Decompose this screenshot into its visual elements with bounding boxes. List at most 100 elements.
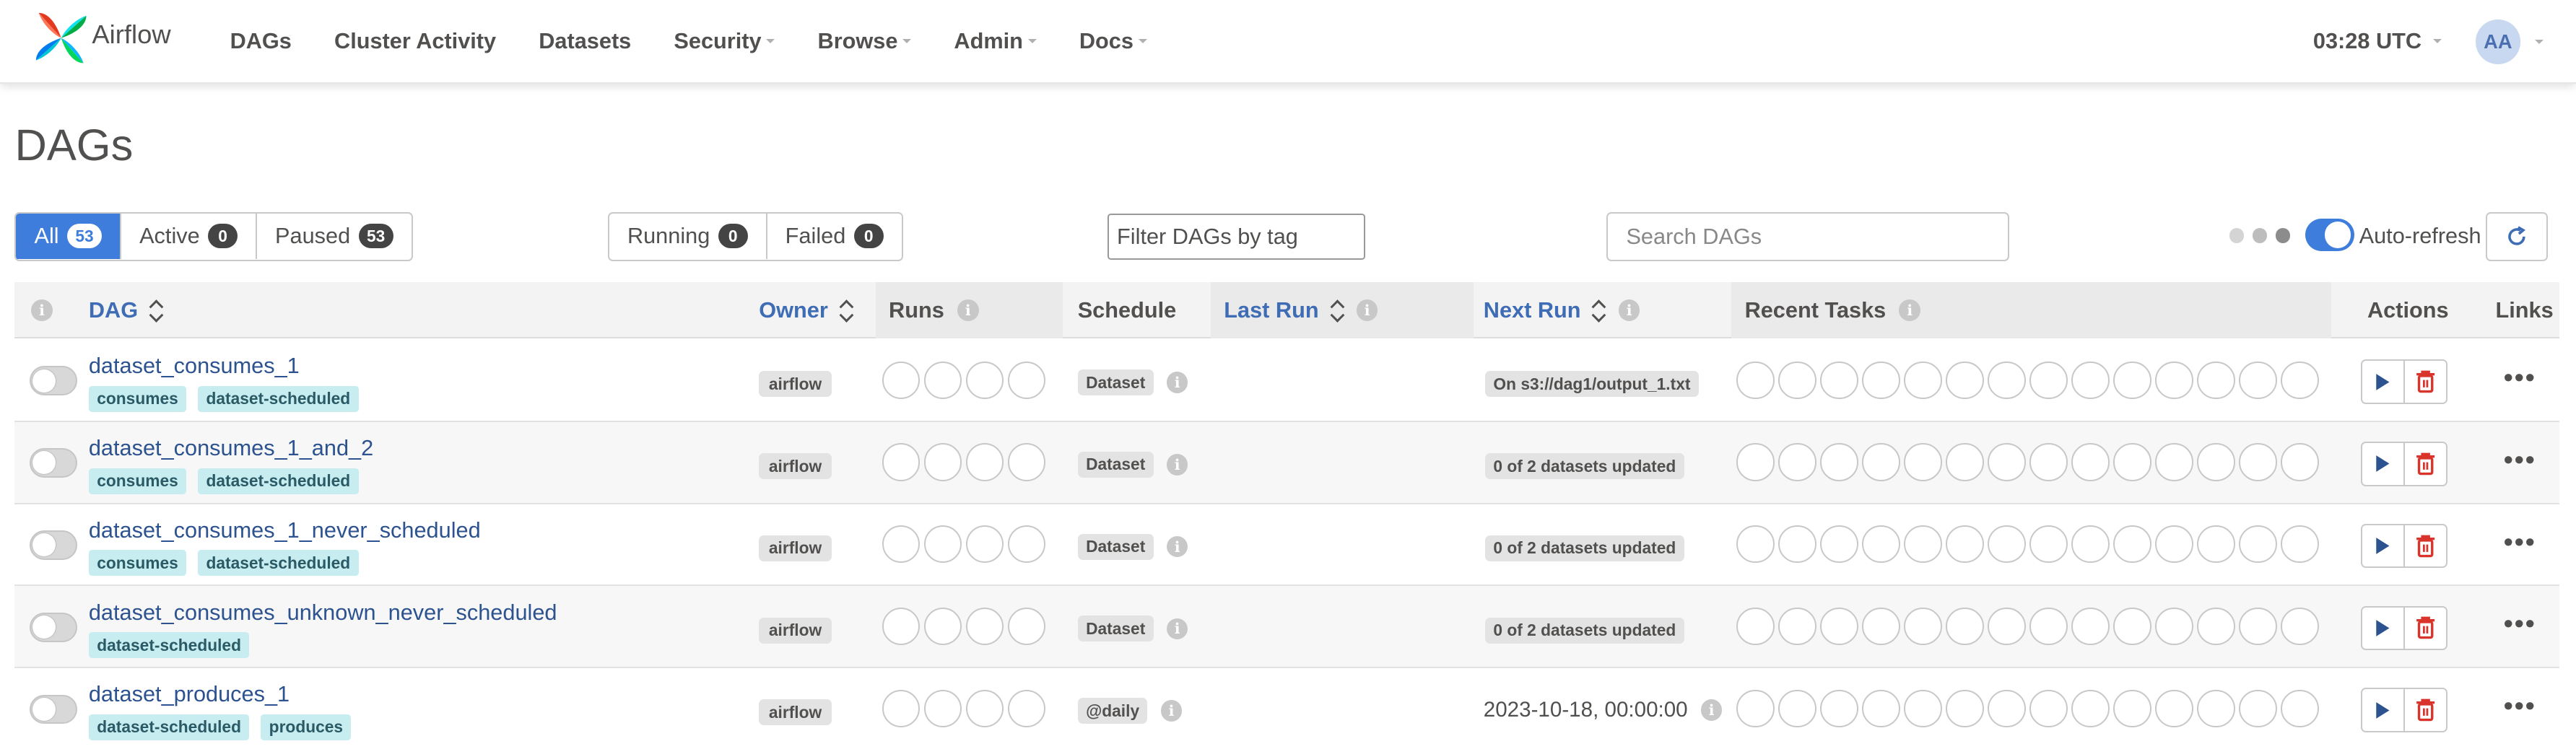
run-state-circle[interactable] xyxy=(882,607,921,646)
info-icon[interactable]: i xyxy=(957,299,979,321)
task-state-circle[interactable] xyxy=(1820,443,1858,481)
dag-tag[interactable]: dataset-scheduled xyxy=(198,550,359,577)
task-state-circle[interactable] xyxy=(1946,525,1984,564)
next-run-badge[interactable]: 0 of 2 datasets updated xyxy=(1485,535,1684,561)
task-state-circle[interactable] xyxy=(2113,689,2151,728)
dag-pause-toggle[interactable] xyxy=(29,448,77,478)
user-menu-caret-icon[interactable] xyxy=(2535,39,2544,44)
delete-dag-button[interactable] xyxy=(2403,605,2448,651)
next-run-badge[interactable]: On s3://dag1/output_1.txt xyxy=(1485,371,1699,398)
trigger-dag-button[interactable] xyxy=(2360,605,2406,651)
dag-link[interactable]: dataset_consumes_1 xyxy=(89,353,300,379)
nav-browse-dropdown[interactable]: Browse xyxy=(801,28,928,54)
nav-admin-dropdown[interactable]: Admin xyxy=(938,28,1053,54)
task-state-circle[interactable] xyxy=(2029,361,2068,399)
dag-tag[interactable]: consumes xyxy=(88,468,187,494)
task-state-circle[interactable] xyxy=(2239,443,2277,481)
task-state-circle[interactable] xyxy=(2071,689,2110,728)
task-state-circle[interactable] xyxy=(1862,525,1900,564)
owner-badge[interactable]: airflow xyxy=(759,617,832,644)
dag-tag[interactable]: consumes xyxy=(88,550,187,577)
run-state-circle[interactable] xyxy=(923,443,962,481)
run-state-circle[interactable] xyxy=(965,525,1004,564)
run-state-circle[interactable] xyxy=(1007,443,1046,481)
task-state-circle[interactable] xyxy=(1946,689,1984,728)
task-state-circle[interactable] xyxy=(1778,689,1816,728)
task-state-circle[interactable] xyxy=(2155,689,2193,728)
info-icon[interactable]: i xyxy=(1166,618,1188,640)
user-avatar[interactable]: AA xyxy=(2476,19,2520,64)
task-state-circle[interactable] xyxy=(1988,525,2026,564)
filter-failed-button[interactable]: Failed 0 xyxy=(767,214,902,260)
task-state-circle[interactable] xyxy=(1820,525,1858,564)
task-state-circle[interactable] xyxy=(2239,361,2277,399)
info-icon[interactable]: i xyxy=(1166,535,1188,558)
dag-tag[interactable]: dataset-scheduled xyxy=(88,632,250,659)
task-state-circle[interactable] xyxy=(2113,525,2151,564)
task-state-circle[interactable] xyxy=(2029,689,2068,728)
task-state-circle[interactable] xyxy=(2197,443,2235,481)
dag-tag[interactable]: consumes xyxy=(88,385,187,412)
info-icon[interactable]: i xyxy=(1166,454,1188,476)
delete-dag-button[interactable] xyxy=(2403,442,2448,486)
dag-tag[interactable]: dataset-scheduled xyxy=(88,714,250,740)
task-state-circle[interactable] xyxy=(2239,689,2277,728)
task-state-circle[interactable] xyxy=(2155,525,2193,564)
more-horizontal-icon[interactable]: ••• xyxy=(2504,610,2536,636)
dag-tag[interactable]: produces xyxy=(261,714,352,740)
column-owner-sort[interactable]: Owner xyxy=(759,282,853,338)
filter-paused-button[interactable]: Paused 53 xyxy=(257,214,412,260)
task-state-circle[interactable] xyxy=(2071,443,2110,481)
task-state-circle[interactable] xyxy=(1778,525,1816,564)
info-icon[interactable]: i xyxy=(1166,372,1188,393)
task-state-circle[interactable] xyxy=(2029,607,2068,646)
task-state-circle[interactable] xyxy=(1862,689,1900,728)
owner-badge[interactable]: airflow xyxy=(759,453,832,480)
search-dags-input[interactable]: Search DAGs xyxy=(1606,211,2009,261)
owner-badge[interactable]: airflow xyxy=(759,535,832,561)
more-horizontal-icon[interactable]: ••• xyxy=(2504,692,2536,718)
nav-security-dropdown[interactable]: Security xyxy=(658,28,791,54)
task-state-circle[interactable] xyxy=(2281,689,2319,728)
task-state-circle[interactable] xyxy=(1904,607,1942,646)
more-horizontal-icon[interactable]: ••• xyxy=(2504,446,2536,472)
task-state-circle[interactable] xyxy=(2029,525,2068,564)
delete-dag-button[interactable] xyxy=(2403,688,2448,732)
dag-link[interactable]: dataset_consumes_1_never_scheduled xyxy=(89,517,481,543)
task-state-circle[interactable] xyxy=(1736,443,1775,481)
task-state-circle[interactable] xyxy=(2029,443,2068,481)
task-state-circle[interactable] xyxy=(1778,361,1816,399)
column-last-run-sort[interactable]: Last Run i xyxy=(1224,282,1378,338)
dag-pause-toggle[interactable] xyxy=(29,612,77,642)
next-run-badge[interactable]: 0 of 2 datasets updated xyxy=(1485,617,1684,644)
task-state-circle[interactable] xyxy=(2155,443,2193,481)
run-state-circle[interactable] xyxy=(965,443,1004,481)
column-next-run-sort[interactable]: Next Run i xyxy=(1484,282,1640,338)
schedule-badge[interactable]: Dataset xyxy=(1077,451,1154,478)
run-state-circle[interactable] xyxy=(1007,361,1046,399)
task-state-circle[interactable] xyxy=(1988,689,2026,728)
task-state-circle[interactable] xyxy=(2281,443,2319,481)
task-state-circle[interactable] xyxy=(1778,607,1816,646)
dag-pause-toggle[interactable] xyxy=(29,694,77,724)
task-state-circle[interactable] xyxy=(2155,607,2193,646)
nav-datasets[interactable]: Datasets xyxy=(523,28,648,54)
filter-running-button[interactable]: Running 0 xyxy=(609,213,767,260)
task-state-circle[interactable] xyxy=(1946,607,1984,646)
run-state-circle[interactable] xyxy=(882,361,921,399)
task-state-circle[interactable] xyxy=(1862,607,1900,646)
run-state-circle[interactable] xyxy=(1007,689,1046,728)
task-state-circle[interactable] xyxy=(1736,689,1775,728)
run-state-circle[interactable] xyxy=(882,689,921,728)
filter-all-button[interactable]: All 53 xyxy=(16,213,122,260)
info-icon[interactable]: i xyxy=(1899,299,1921,321)
run-state-circle[interactable] xyxy=(923,607,962,646)
task-state-circle[interactable] xyxy=(1862,361,1900,399)
task-state-circle[interactable] xyxy=(1736,525,1775,564)
info-icon[interactable]: i xyxy=(1160,700,1183,722)
run-state-circle[interactable] xyxy=(923,689,962,728)
task-state-circle[interactable] xyxy=(1862,443,1900,481)
dag-tag[interactable]: dataset-scheduled xyxy=(198,468,359,494)
task-state-circle[interactable] xyxy=(1820,607,1858,646)
task-state-circle[interactable] xyxy=(1736,361,1775,399)
